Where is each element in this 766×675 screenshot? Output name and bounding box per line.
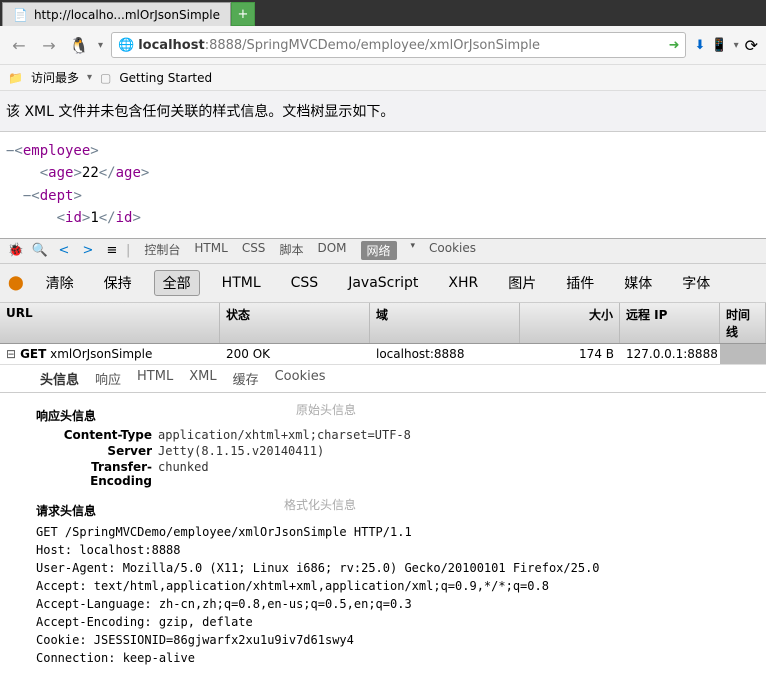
down-arrow-icon[interactable]: ⬇ <box>694 38 705 53</box>
orig-hint: 原始头信息 <box>296 401 356 428</box>
filter-all[interactable]: 全部 <box>154 270 200 296</box>
filter-css[interactable]: CSS <box>283 273 327 293</box>
url-text: localhost:8888/SpringMVCDemo/employee/xm… <box>138 38 664 53</box>
tab-cookies[interactable]: Cookies <box>429 241 476 260</box>
subtab-response[interactable]: 响应 <box>95 369 121 388</box>
col-status: 状态 <box>220 303 370 343</box>
request-section-label: 请求头信息 <box>36 502 96 519</box>
tab-css[interactable]: CSS <box>242 241 266 260</box>
xml-tree: −<employee> <age>22</age> −<dept> <id>1<… <box>0 132 766 238</box>
raw-request: GET /SpringMVCDemo/employee/xmlOrJsonSim… <box>36 523 750 667</box>
clear-button[interactable]: 清除 <box>38 271 82 295</box>
filter-font[interactable]: 字体 <box>674 271 718 295</box>
net-row[interactable]: ⊟GET xmlOrJsonSimple 200 OK localhost:88… <box>0 344 766 365</box>
fmt-hint: 格式化头信息 <box>284 496 356 523</box>
divider: | <box>126 243 130 258</box>
tab-title: http://localho...mlOrJsonSimple <box>34 8 220 22</box>
getting-started-link[interactable]: Getting Started <box>119 71 212 85</box>
page-icon: 📄 <box>13 8 28 22</box>
arrow-left-icon[interactable]: < <box>54 241 74 261</box>
filter-js[interactable]: JavaScript <box>340 273 426 293</box>
firebug-icon[interactable]: 🐞 <box>6 241 26 261</box>
tab-script[interactable]: 脚本 <box>279 241 303 260</box>
dropdown-arrow-icon[interactable]: ▾ <box>98 40 103 51</box>
filter-html[interactable]: HTML <box>214 273 269 293</box>
subtab-xml[interactable]: XML <box>189 369 216 388</box>
xml-notice: 该 XML 文件并未包含任何关联的样式信息。文档树显示如下。 <box>0 91 766 132</box>
visit-most-link[interactable]: 访问最多 <box>31 69 79 86</box>
dropdown-icon[interactable]: ▾ <box>734 40 739 51</box>
col-size: 大小 <box>520 303 620 343</box>
break-icon[interactable]: ⬤ <box>8 275 24 291</box>
annotation-arrow <box>0 447 6 537</box>
net-table-header: URL 状态 域 大小 远程 IP 时间线 <box>0 303 766 344</box>
filter-xhr[interactable]: XHR <box>440 273 486 293</box>
getting-started-icon: ▢ <box>100 71 111 85</box>
filter-img[interactable]: 图片 <box>500 271 544 295</box>
tab-html[interactable]: HTML <box>194 241 227 260</box>
dropdown-icon[interactable]: ▾ <box>411 241 416 260</box>
dropdown-icon[interactable]: ▾ <box>87 72 92 83</box>
col-url: URL <box>0 303 220 343</box>
go-icon[interactable]: ➜ <box>669 38 680 53</box>
col-remote: 远程 IP <box>620 303 720 343</box>
tab-console[interactable]: 控制台 <box>144 241 180 260</box>
new-tab-button[interactable]: + <box>231 2 255 26</box>
subtab-cache[interactable]: 缓存 <box>233 369 259 388</box>
device-icon[interactable]: 📱 <box>711 38 727 53</box>
tab-net[interactable]: 网络 <box>361 241 397 260</box>
tab-dom[interactable]: DOM <box>317 241 346 260</box>
bookmark-folder-icon: 📁 <box>8 71 23 85</box>
browser-tab[interactable]: 📄 http://localho...mlOrJsonSimple <box>2 2 231 26</box>
devtools-panel: 🐞 🔍 < > ≡ | 控制台 HTML CSS 脚本 DOM 网络 ▾ Coo… <box>0 238 766 675</box>
bars-icon[interactable]: ≡ <box>102 241 122 261</box>
inspect-icon[interactable]: 🔍 <box>30 241 50 261</box>
reload-button[interactable]: ⟳ <box>745 36 758 55</box>
response-section-label: 响应头信息 <box>36 407 96 424</box>
arrow-right-icon[interactable]: > <box>78 241 98 261</box>
filter-plugin[interactable]: 插件 <box>558 271 602 295</box>
penguin-icon: 🐧 <box>68 34 90 56</box>
filter-media[interactable]: 媒体 <box>616 271 660 295</box>
url-input[interactable]: 🌐 localhost:8888/SpringMVCDemo/employee/… <box>111 32 686 58</box>
col-domain: 域 <box>370 303 520 343</box>
collapse-icon[interactable]: ⊟ <box>6 347 16 361</box>
persist-button[interactable]: 保持 <box>96 271 140 295</box>
globe-icon: 🌐 <box>118 38 134 53</box>
subtab-cookies[interactable]: Cookies <box>275 369 326 388</box>
back-button[interactable]: ← <box>8 34 30 56</box>
col-time: 时间线 <box>720 303 766 343</box>
forward-button[interactable]: → <box>38 34 60 56</box>
subtab-html[interactable]: HTML <box>137 369 173 388</box>
subtab-headers[interactable]: 头信息 <box>40 369 79 388</box>
